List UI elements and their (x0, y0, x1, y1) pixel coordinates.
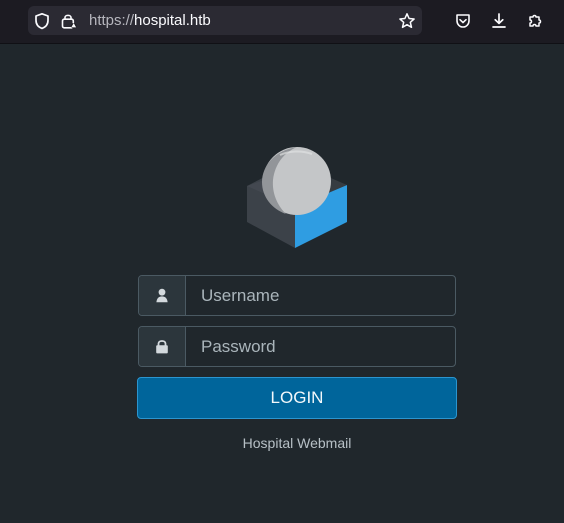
webmail-app-name: Hospital Webmail (242, 435, 352, 451)
url-text[interactable]: https://hospital.htb (89, 12, 211, 29)
address-bar[interactable]: https://hospital.htb (28, 6, 422, 35)
password-field[interactable] (138, 326, 456, 367)
url-scheme: https:// (89, 12, 135, 29)
url-host: hospital.htb (134, 12, 211, 29)
star-icon[interactable] (398, 12, 416, 30)
username-field[interactable] (138, 275, 456, 316)
webmail-login-page: LOGIN Hospital Webmail (0, 44, 564, 523)
username-input[interactable] (186, 276, 455, 315)
browser-toolbar: https://hospital.htb (0, 0, 564, 44)
pocket-icon[interactable] (454, 12, 472, 30)
webmail-logo (246, 146, 350, 252)
login-button[interactable]: LOGIN (137, 377, 457, 419)
lock-icon[interactable] (59, 12, 77, 30)
shield-icon[interactable] (33, 12, 51, 30)
user-icon (139, 276, 186, 315)
download-icon[interactable] (490, 12, 508, 30)
extensions-icon[interactable] (526, 12, 544, 30)
password-input[interactable] (186, 327, 455, 366)
lock-icon (139, 327, 186, 366)
